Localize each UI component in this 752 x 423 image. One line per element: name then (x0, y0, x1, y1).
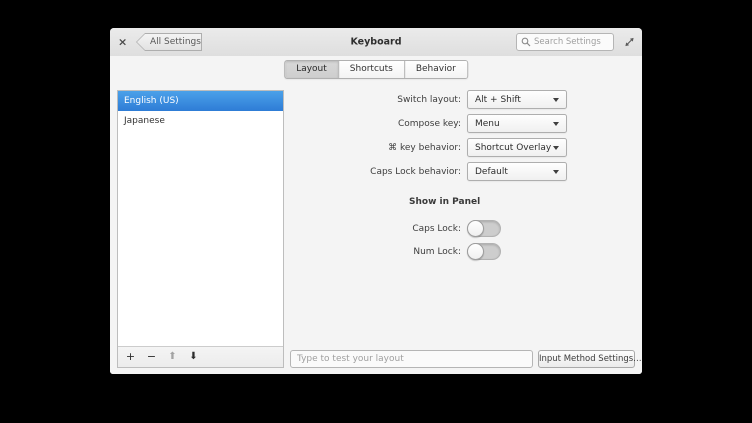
cmd-key-behavior-value: Shortcut Overlay (475, 142, 552, 153)
tab-shortcuts[interactable]: Shortcuts (337, 61, 404, 78)
test-layout-input-container[interactable] (290, 350, 533, 368)
tab-layout[interactable]: Layout (285, 61, 338, 78)
chevron-down-icon (553, 97, 559, 102)
back-button-label: All Settings (150, 37, 201, 47)
layout-list-items: English (US) Japanese (118, 91, 283, 346)
setting-row-caps-lock-behavior: Caps Lock behavior: Default (293, 162, 633, 181)
tab-behavior[interactable]: Behavior (403, 61, 467, 78)
page-title: Keyboard (350, 36, 402, 48)
mode-switcher: Layout Shortcuts Behavior (284, 60, 468, 79)
close-icon[interactable]: × (118, 37, 127, 48)
caps-lock-behavior-value: Default (475, 166, 508, 177)
num-lock-toggle-label: Num Lock: (413, 246, 461, 257)
all-settings-back-button[interactable]: All Settings (136, 33, 202, 51)
compose-key-value: Menu (475, 118, 500, 129)
keyboard-layouts-list: English (US) Japanese + − ⬆ ⬇ (117, 90, 284, 368)
remove-layout-button[interactable]: − (141, 348, 162, 366)
caps-lock-toggle-row: Caps Lock: (293, 219, 633, 238)
toggle-knob (467, 243, 484, 260)
caps-lock-behavior-dropdown[interactable]: Default (467, 162, 567, 181)
move-down-button[interactable]: ⬇ (183, 348, 204, 366)
add-layout-button[interactable]: + (120, 348, 141, 366)
keyboard-settings-window: × All Settings Keyboard Search Settings … (110, 28, 642, 374)
compose-key-label: Compose key: (398, 118, 461, 129)
switch-layout-value: Alt + Shift (475, 94, 521, 105)
show-in-panel-heading: Show in Panel (409, 197, 481, 207)
list-item-japanese[interactable]: Japanese (118, 111, 283, 131)
chevron-down-icon (553, 169, 559, 174)
move-up-button: ⬆ (162, 348, 183, 366)
setting-row-switch-layout: Switch layout: Alt + Shift (293, 90, 633, 109)
search-icon (521, 37, 531, 47)
input-method-settings-button[interactable]: Input Method Settings… (538, 350, 642, 368)
setting-row-cmd-key-behavior: ⌘ key behavior: Shortcut Overlay (293, 138, 633, 157)
switch-layout-label: Switch layout: (397, 94, 461, 105)
headerbar: × All Settings Keyboard (110, 28, 642, 57)
caps-lock-toggle-label: Caps Lock: (412, 223, 461, 234)
caps-lock-behavior-label: Caps Lock behavior: (370, 166, 461, 177)
chevron-down-icon (553, 121, 559, 126)
num-lock-toggle-row: Num Lock: (293, 242, 633, 261)
cmd-key-behavior-dropdown[interactable]: Shortcut Overlay (467, 138, 567, 157)
caps-lock-toggle[interactable] (467, 220, 501, 237)
switch-layout-dropdown[interactable]: Alt + Shift (467, 90, 567, 109)
toggle-knob (467, 220, 484, 237)
maximize-icon[interactable] (624, 37, 635, 48)
search-input[interactable] (534, 37, 608, 47)
list-toolbar: + − ⬆ ⬇ (118, 346, 283, 367)
cmd-key-behavior-label: ⌘ key behavior: (388, 142, 461, 153)
num-lock-toggle[interactable] (467, 243, 501, 260)
content-area: Layout Shortcuts Behavior English (US) J… (110, 56, 642, 374)
test-layout-input[interactable] (297, 354, 526, 364)
chevron-down-icon (553, 145, 559, 150)
search-input-container[interactable] (516, 33, 614, 51)
setting-row-compose-key: Compose key: Menu (293, 114, 633, 133)
list-item-english-us[interactable]: English (US) (118, 91, 283, 111)
compose-key-dropdown[interactable]: Menu (467, 114, 567, 133)
